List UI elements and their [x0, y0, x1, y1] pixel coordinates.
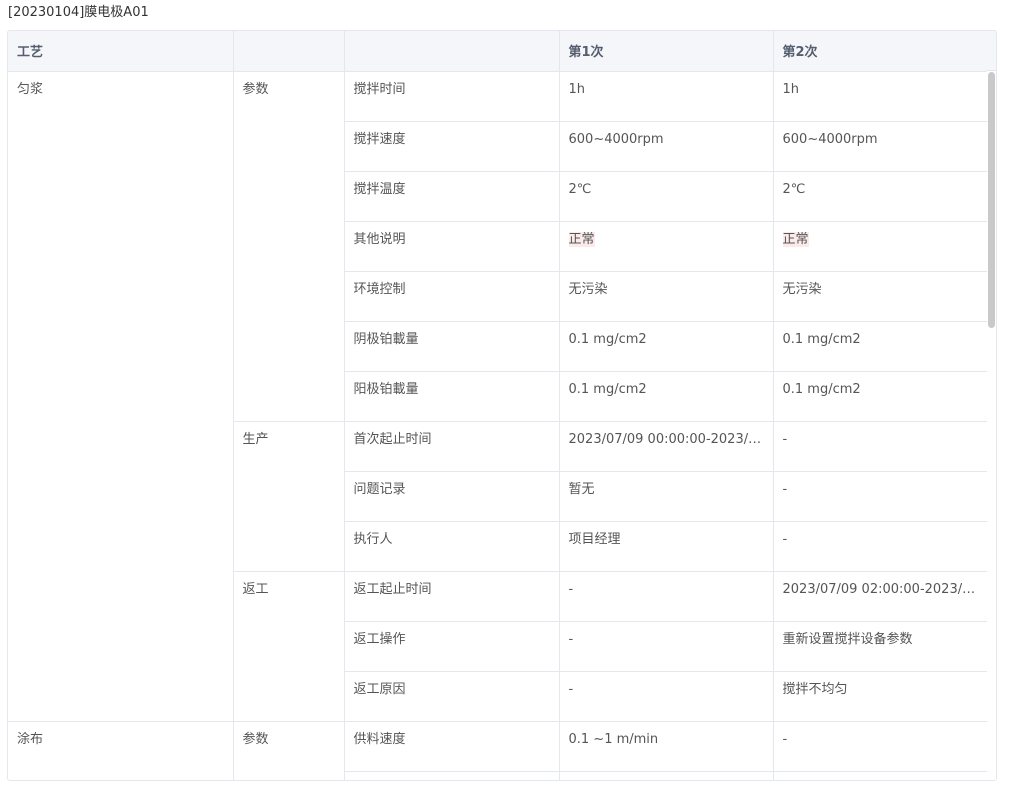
- process-table-container: 工艺 第1次 第2次 匀浆 参数 搅拌时间 1h 1h 搅拌速度 600~400…: [7, 30, 997, 781]
- round-2-cell: 1h: [773, 71, 987, 122]
- item-cell: 首次起止时间: [344, 421, 560, 472]
- round-1-cell: 正常: [559, 221, 774, 272]
- round-1-cell: 0.1 ~1 m/min: [559, 721, 774, 772]
- header-scroll-corner: [987, 31, 996, 71]
- round-2-cell: -: [773, 421, 987, 472]
- round-2-cell: -: [773, 471, 987, 522]
- process-cell: 涂布: [8, 721, 234, 780]
- item-cell: 执行人: [344, 521, 560, 572]
- group-cell: 参数: [233, 721, 345, 780]
- round-1-cell: 2℃: [559, 171, 774, 222]
- group-cell: 参数: [233, 71, 345, 422]
- item-cell: 返工操作: [344, 621, 560, 672]
- round-2-cell: 0.1 mg/cm2: [773, 321, 987, 372]
- item-cell: 供料速度: [344, 721, 560, 772]
- round-2-cell: 2023/07/09 02:00:00-2023/07/10 02:00:00: [773, 571, 987, 622]
- item-cell: 阳极铂載量: [344, 371, 560, 422]
- item-cell: 阴极铂載量: [344, 321, 560, 372]
- round-2-cell: 600~4000rpm: [773, 121, 987, 172]
- page-title: [20230104]膜电极A01: [8, 5, 149, 20]
- header-round-2: 第2次: [773, 31, 987, 72]
- round-1-cell: 600~4000rpm: [559, 121, 774, 172]
- scrollbar-thumb[interactable]: [988, 72, 995, 328]
- round-1-cell: -: [559, 571, 774, 622]
- table-header-row: 工艺 第1次 第2次: [8, 31, 987, 72]
- round-2-cell: [773, 771, 987, 780]
- round-1-cell: 项目经理: [559, 521, 774, 572]
- item-cell: [344, 771, 560, 780]
- item-cell: 搅拌速度: [344, 121, 560, 172]
- table-row: 涂布 参数 供料速度 0.1 ~1 m/min -: [8, 721, 987, 780]
- item-cell: 环境控制: [344, 271, 560, 322]
- highlighted-value: 正常: [782, 231, 809, 247]
- round-1-cell: 0.1 mg/cm2: [559, 371, 774, 422]
- round-1-cell: -: [559, 621, 774, 672]
- highlighted-value: 正常: [568, 231, 595, 247]
- group-cell: 生产: [233, 421, 345, 572]
- group-cell: 返工: [233, 571, 345, 722]
- header-item: [344, 31, 560, 72]
- round-2-cell: 正常: [773, 221, 987, 272]
- round-1-cell: [559, 771, 774, 780]
- item-cell: 其他说明: [344, 221, 560, 272]
- round-1-cell: -: [559, 671, 774, 722]
- header-round-1: 第1次: [559, 31, 774, 72]
- round-1-cell: 0.1 mg/cm2: [559, 321, 774, 372]
- round-2-cell: 重新设置搅拌设备参数: [773, 621, 987, 672]
- round-1-cell: 2023/07/09 00:00:00-2023/07/10 00:00:00: [559, 421, 774, 472]
- round-1-cell: 暂无: [559, 471, 774, 522]
- item-cell: 搅拌温度: [344, 171, 560, 222]
- table-row: 匀浆 参数 搅拌时间 1h 1h: [8, 71, 987, 722]
- round-2-cell: 搅拌不均匀: [773, 671, 987, 722]
- round-2-cell: -: [773, 521, 987, 572]
- round-2-cell: 无污染: [773, 271, 987, 322]
- round-1-cell: 无污染: [559, 271, 774, 322]
- process-cell: 匀浆: [8, 71, 234, 722]
- item-cell: 返工起止时间: [344, 571, 560, 622]
- item-cell: 问题记录: [344, 471, 560, 522]
- round-2-cell: 0.1 mg/cm2: [773, 371, 987, 422]
- header-process: 工艺: [8, 31, 234, 72]
- item-cell: 搅拌时间: [344, 71, 560, 122]
- round-1-cell: 1h: [559, 71, 774, 122]
- item-cell: 返工原因: [344, 671, 560, 722]
- process-table: 工艺 第1次 第2次 匀浆 参数 搅拌时间 1h 1h 搅拌速度 600~400…: [8, 31, 987, 780]
- header-group: [233, 31, 345, 72]
- round-2-cell: 2℃: [773, 171, 987, 222]
- round-2-cell: -: [773, 721, 987, 772]
